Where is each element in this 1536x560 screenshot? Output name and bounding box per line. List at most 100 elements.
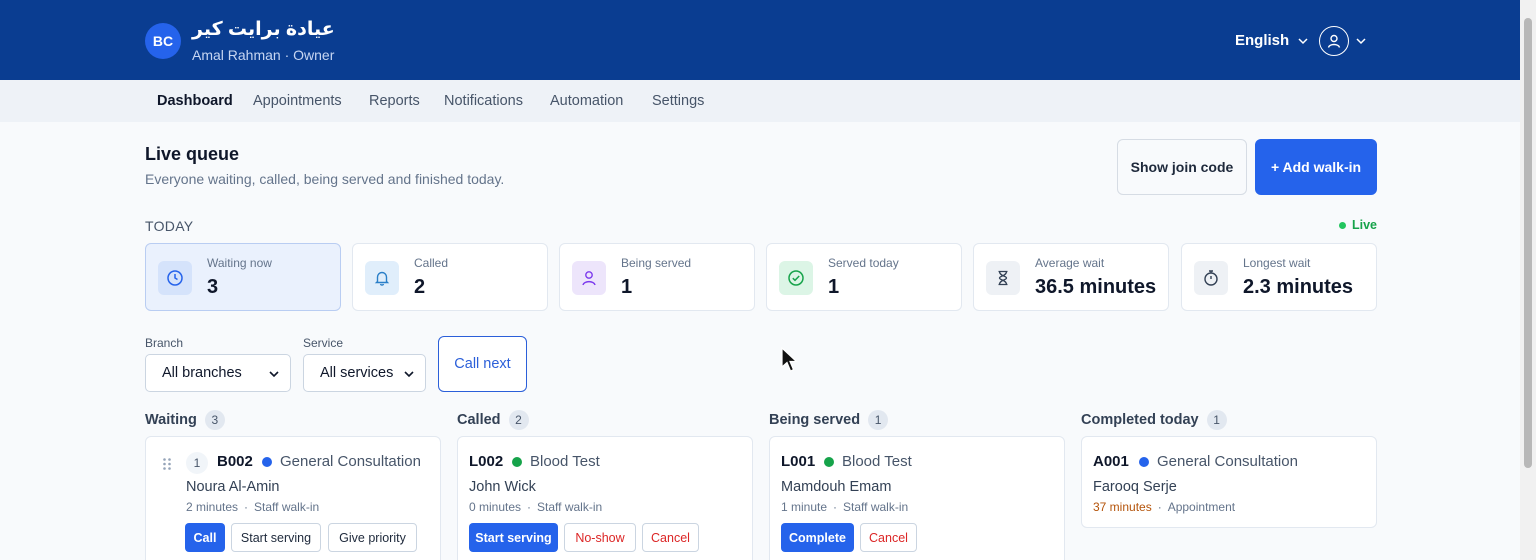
column-title-label: Completed today: [1081, 412, 1199, 428]
ticket-meta: 37 minutes · Appointment: [1093, 500, 1236, 514]
stopwatch-icon: [1194, 261, 1228, 295]
customer-name: Noura Al-Amin: [186, 479, 280, 495]
service-color-dot: [512, 457, 522, 467]
ticket-number: A001: [1093, 453, 1129, 470]
count-badge: 2: [508, 410, 529, 430]
column-title-label: Waiting: [145, 412, 197, 428]
user-icon: [572, 261, 606, 295]
stat-card-served-today[interactable]: Served today 1: [766, 243, 962, 311]
stat-value: 1: [621, 276, 633, 298]
service-select[interactable]: All services: [303, 354, 426, 392]
clock-icon: [158, 261, 192, 295]
ticket-source: Staff walk-in: [254, 500, 320, 514]
column-title-being-served: Being served 1: [769, 410, 889, 430]
ticket-meta: 2 minutes · Staff walk-in: [186, 500, 320, 514]
page-scrollbar[interactable]: [1520, 0, 1536, 560]
page-title: Live queue: [145, 144, 240, 164]
start-serving-button[interactable]: Start serving: [469, 523, 558, 552]
user-icon: [1319, 26, 1349, 56]
stat-value: 2: [414, 276, 426, 298]
stat-card-called[interactable]: Called 2: [352, 243, 548, 311]
column-title-label: Called: [457, 412, 501, 428]
section-today-label: TODAY: [145, 218, 194, 234]
stat-label: Served today: [828, 256, 899, 270]
branch-select-value: All branches: [162, 365, 242, 381]
live-dot: [1339, 221, 1346, 229]
nav-reports[interactable]: Reports: [369, 93, 420, 109]
drag-handle-icon[interactable]: [162, 457, 172, 471]
language-label: English: [1235, 32, 1290, 49]
service-color-dot: [824, 457, 834, 467]
service-color-dot: [1139, 457, 1149, 467]
chevron-down-icon: [269, 371, 279, 378]
stat-label: Being served: [621, 256, 692, 270]
service-filter-label: Service: [303, 336, 344, 350]
stat-value: 36.5 minutes: [1035, 276, 1157, 298]
start-serving-button[interactable]: Start serving: [231, 523, 321, 552]
branch-filter-label: Branch: [145, 336, 184, 350]
stat-card-waiting[interactable]: Waiting now 3: [145, 243, 341, 311]
service-name: Blood Test: [530, 453, 600, 470]
column-title-called: Called 2: [457, 410, 529, 430]
chevron-down-icon: [1298, 37, 1308, 44]
current-user-line: Amal Rahman · Owner: [192, 47, 335, 63]
clinic-avatar: BC: [145, 23, 181, 59]
wait-time: 37 minutes: [1093, 500, 1152, 514]
stat-card-being-served[interactable]: Being served 1: [559, 243, 755, 311]
nav-automation[interactable]: Automation: [550, 93, 623, 109]
check-circle-icon: [779, 261, 813, 295]
stat-value: 3: [207, 276, 219, 298]
call-button[interactable]: Call: [185, 523, 225, 552]
main-nav: Dashboard Appointments Reports Notificat…: [0, 80, 1520, 122]
count-badge: 1: [1206, 410, 1227, 430]
ticket-source: Appointment: [1167, 500, 1236, 514]
service-name: Blood Test: [842, 453, 912, 470]
live-indicator: Live: [1339, 218, 1377, 232]
service-name: General Consultation: [1157, 453, 1298, 470]
customer-name: John Wick: [469, 479, 536, 495]
ticket-source: Staff walk-in: [843, 500, 909, 514]
wait-time: 0 minutes: [469, 500, 522, 514]
ticket-meta: 1 minute · Staff walk-in: [781, 500, 909, 514]
queue-position-badge: 1: [186, 452, 208, 474]
complete-button[interactable]: Complete: [781, 523, 854, 552]
nav-settings[interactable]: Settings: [652, 93, 704, 109]
chevron-down-icon: [1356, 38, 1366, 45]
ticket-number: L002: [469, 453, 504, 470]
service-select-value: All services: [320, 365, 394, 381]
cancel-button[interactable]: Cancel: [860, 523, 917, 552]
clinic-name: عيادة برايت كير: [192, 19, 335, 40]
stat-value: 1: [828, 276, 840, 298]
stat-card-longest-wait[interactable]: Longest wait 2.3 minutes: [1181, 243, 1377, 311]
stat-card-average-wait[interactable]: Average wait 36.5 minutes: [973, 243, 1169, 311]
customer-name: Mamdouh Emam: [781, 479, 892, 495]
top-header: BC عيادة برايت كير Amal Rahman · Owner E…: [0, 0, 1520, 80]
hourglass-icon: [986, 261, 1020, 295]
stat-label: Called: [414, 256, 449, 270]
count-badge: 3: [204, 410, 225, 430]
cancel-button[interactable]: Cancel: [642, 523, 699, 552]
mouse-cursor-icon: [781, 347, 799, 372]
no-show-button[interactable]: No-show: [564, 523, 636, 552]
nav-notifications[interactable]: Notifications: [444, 93, 523, 109]
service-color-dot: [262, 457, 272, 467]
stat-label: Average wait: [1035, 256, 1105, 270]
stat-label: Waiting now: [207, 256, 272, 270]
ticket-number: B002: [217, 453, 253, 470]
nav-appointments[interactable]: Appointments: [253, 93, 342, 109]
user-menu-button[interactable]: [1319, 26, 1367, 56]
language-selector[interactable]: English: [1235, 32, 1309, 49]
branch-select[interactable]: All branches: [145, 354, 291, 392]
customer-name: Farooq Serje: [1093, 479, 1177, 495]
call-next-button[interactable]: Call next: [438, 336, 527, 392]
ticket-meta: 0 minutes · Staff walk-in: [469, 500, 603, 514]
show-join-code-button[interactable]: Show join code: [1117, 139, 1247, 195]
live-label: Live: [1352, 218, 1378, 232]
column-title-completed-today: Completed today 1: [1081, 410, 1227, 430]
column-title-waiting: Waiting 3: [145, 410, 225, 430]
add-walkin-button[interactable]: + Add walk-in: [1255, 139, 1377, 195]
nav-dashboard[interactable]: Dashboard: [157, 93, 233, 109]
scrollbar-thumb[interactable]: [1524, 18, 1532, 468]
chevron-down-icon: [404, 371, 414, 378]
give-priority-button[interactable]: Give priority: [328, 523, 417, 552]
